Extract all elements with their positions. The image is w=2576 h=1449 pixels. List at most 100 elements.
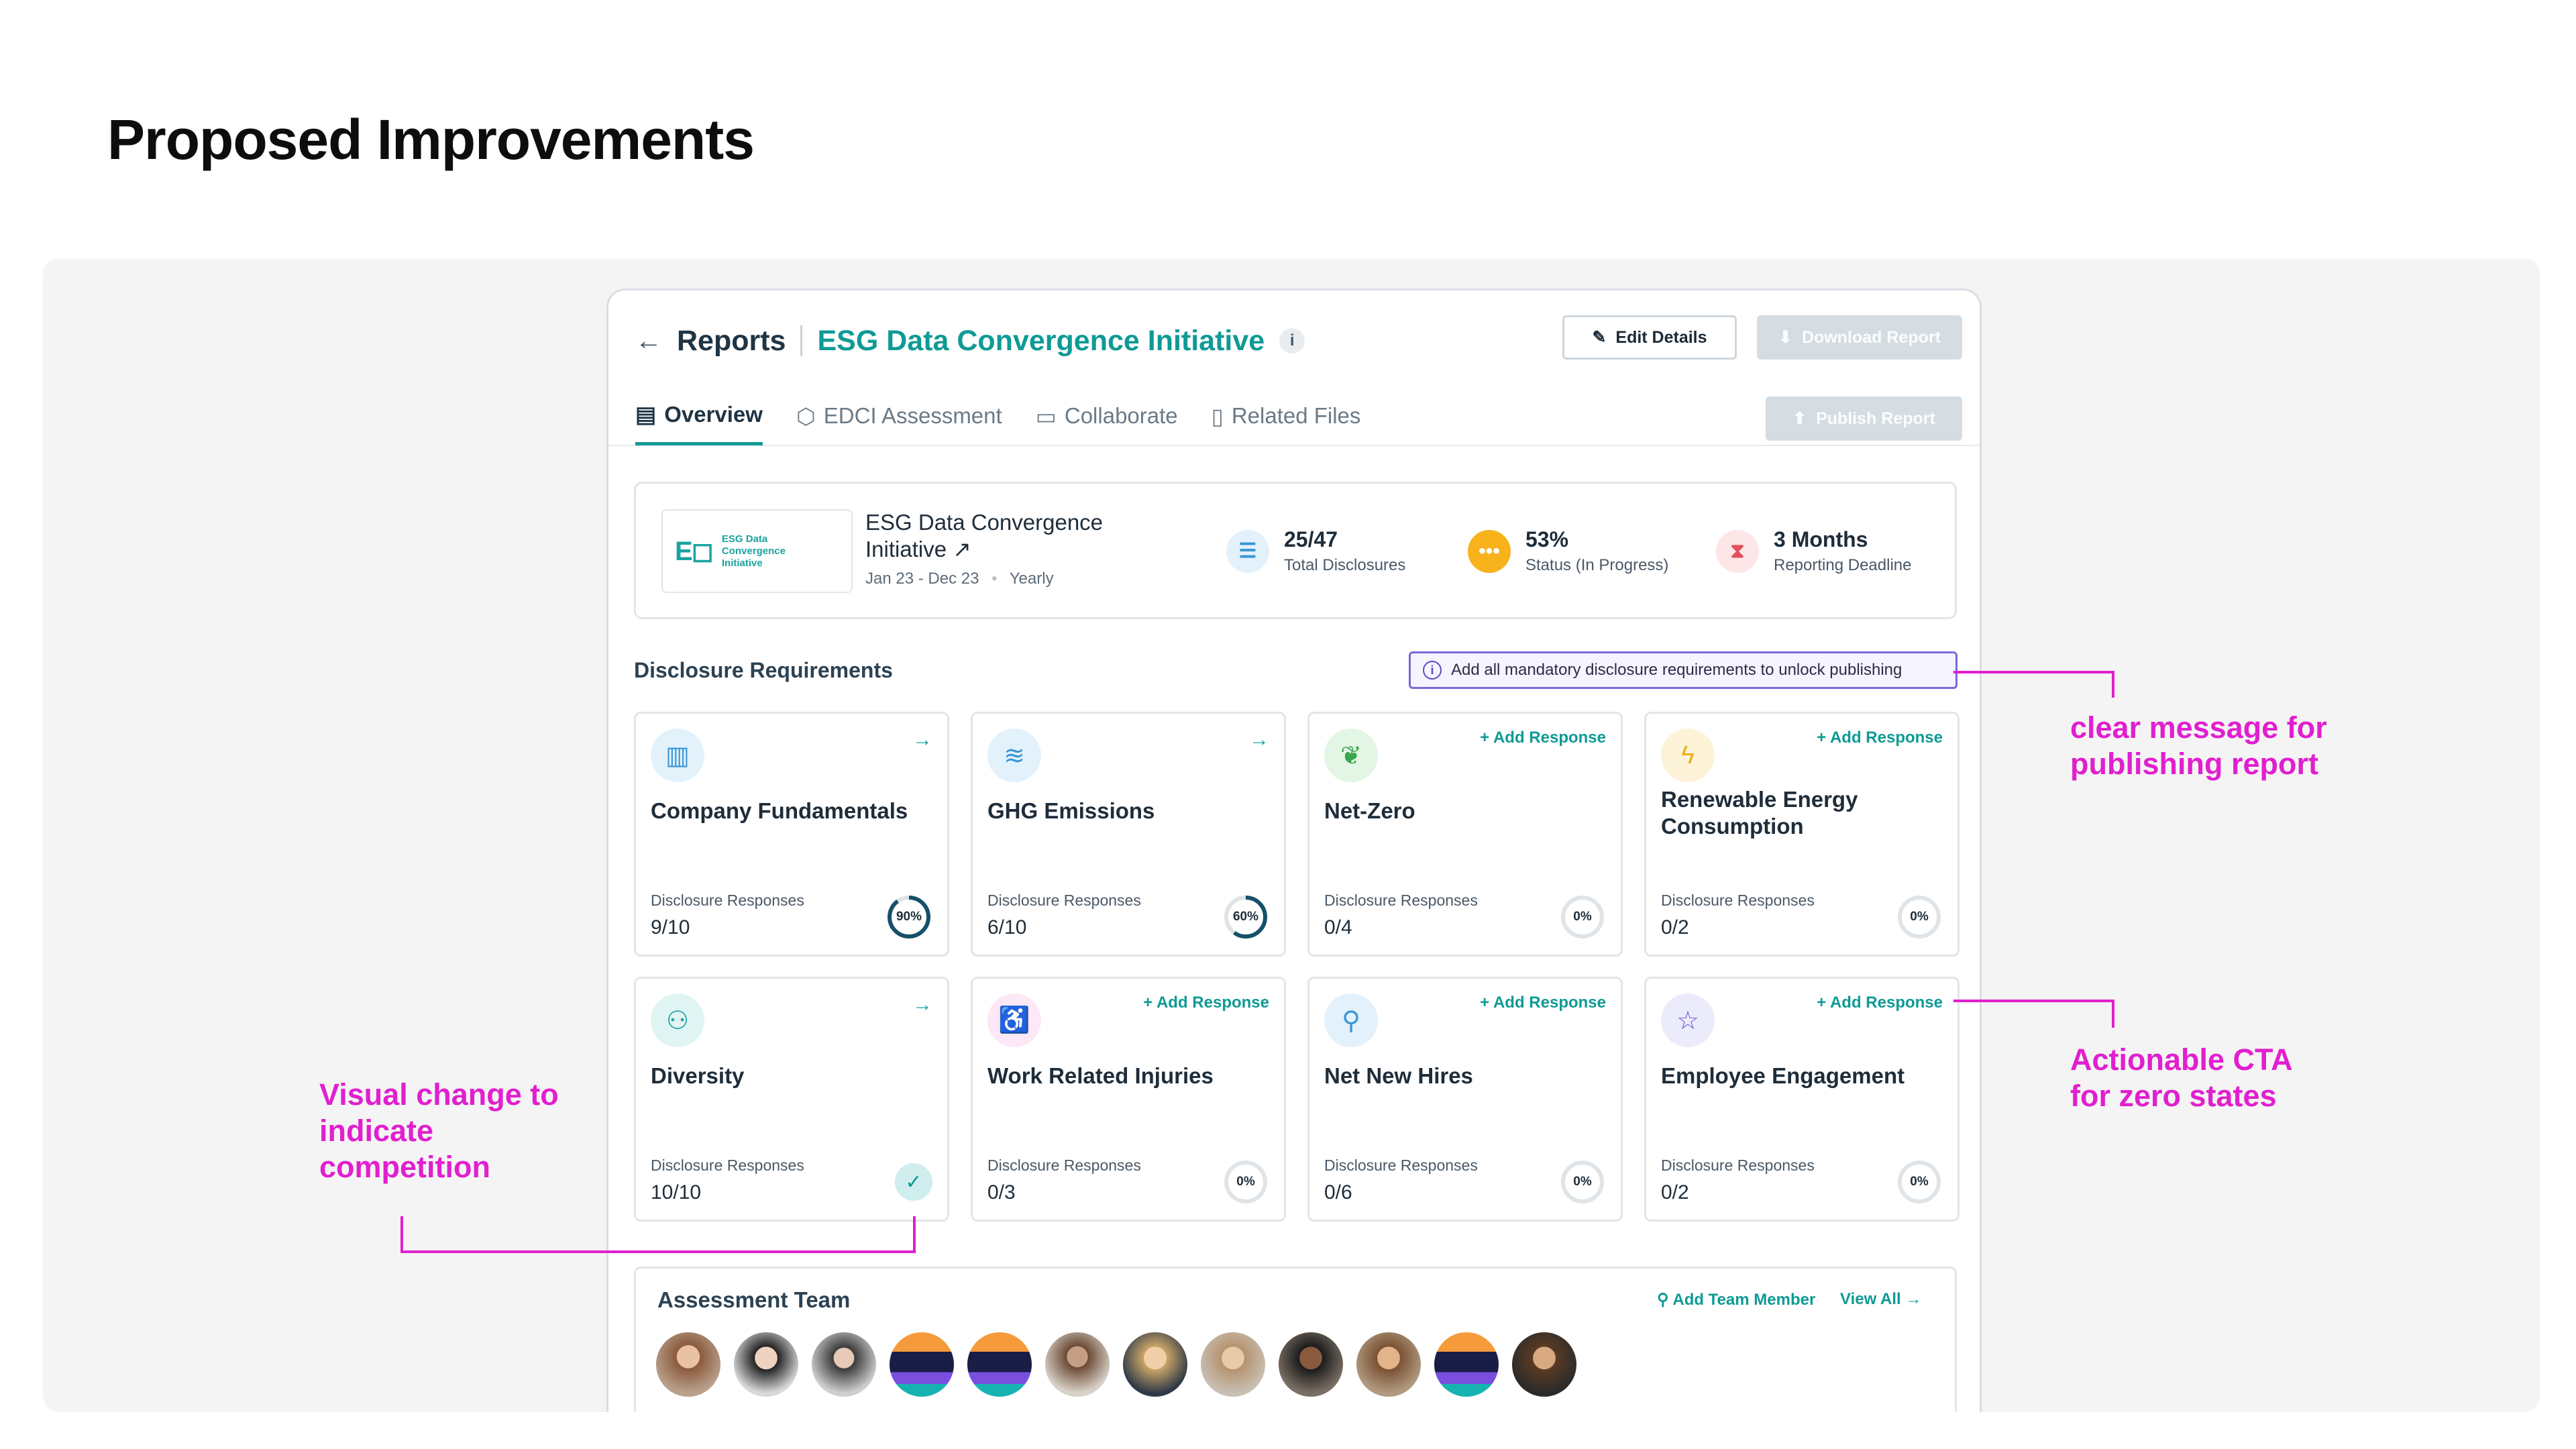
disclosure-card-ghg-emissions[interactable]: ≋ → GHG Emissions Disclosure Responses 6…	[971, 712, 1286, 957]
card-responses-label: Disclosure Responses	[651, 892, 804, 909]
accessibility-icon: ♿	[987, 994, 1041, 1047]
disclosure-card-diversity[interactable]: ⚇ → Diversity Disclosure Responses 10/10…	[634, 977, 949, 1222]
avatar[interactable]	[1045, 1332, 1110, 1397]
avatar-row	[656, 1332, 1576, 1397]
publish-report-button[interactable]: ⬆ Publish Report	[1766, 396, 1962, 441]
annotation-connector	[400, 1216, 916, 1253]
edit-details-label: Edit Details	[1615, 327, 1707, 347]
list-icon: ☰	[1226, 529, 1269, 573]
tab-collaborate[interactable]: ▭ Collaborate	[1036, 401, 1178, 445]
annotation-connector	[1953, 1000, 2114, 1028]
progress-percent: 60%	[1232, 910, 1259, 924]
arrow-right-icon[interactable]: →	[912, 994, 932, 1016]
document-icon: ▤	[635, 402, 657, 427]
progress-percent: 0%	[1236, 1175, 1255, 1189]
avatar[interactable]	[1434, 1332, 1499, 1397]
stat-total-disclosures: ☰ 25/47 Total Disclosures	[1226, 527, 1405, 575]
card-responses-value: 9/10	[651, 916, 690, 938]
progress-percent: 0%	[1910, 910, 1929, 924]
user-plus-icon: ⚲	[1657, 1291, 1673, 1309]
card-responses-label: Disclosure Responses	[1324, 892, 1478, 909]
tab-label: Overview	[664, 401, 763, 427]
avatar[interactable]	[1123, 1332, 1187, 1397]
info-icon[interactable]: i	[1279, 328, 1305, 354]
complete-check-icon: ✓	[895, 1163, 932, 1201]
annotation-connector	[1953, 671, 2114, 698]
view-all-link[interactable]: View All →	[1840, 1290, 1921, 1309]
chat-icon: ▭	[1035, 403, 1057, 429]
avatar[interactable]	[734, 1332, 798, 1397]
progress-percent: 0%	[1573, 910, 1592, 924]
tab-overview[interactable]: ▤ Overview	[635, 401, 763, 445]
add-response-button[interactable]: + Add Response	[1817, 994, 1943, 1012]
disclosure-card-work-related-injuries[interactable]: ♿ + Add Response Work Related Injuries D…	[971, 977, 1286, 1222]
report-header: ← Reports ESG Data Convergence Initiativ…	[635, 317, 1305, 364]
page-title: Proposed Improvements	[107, 108, 755, 171]
disclosure-card-net-new-hires[interactable]: ⚲ + Add Response Net New Hires Disclosur…	[1307, 977, 1623, 1222]
stat-value: 53%	[1525, 527, 1569, 551]
add-response-button[interactable]: + Add Response	[1480, 994, 1606, 1012]
card-responses-label: Disclosure Responses	[987, 892, 1141, 909]
building-icon: ▥	[651, 729, 704, 782]
info-icon: i	[1423, 661, 1442, 680]
avatar[interactable]	[812, 1332, 876, 1397]
card-responses-label: Disclosure Responses	[1661, 1157, 1815, 1174]
arrow-right-icon[interactable]: →	[1249, 729, 1269, 751]
stat-value: 25/47	[1284, 527, 1338, 551]
lightning-icon: ϟ	[1661, 729, 1715, 782]
sprout-icon: ❦	[1324, 729, 1378, 782]
add-response-button[interactable]: + Add Response	[1480, 729, 1606, 747]
avatar[interactable]	[967, 1332, 1032, 1397]
publishing-notice-text: Add all mandatory disclosure requirement…	[1451, 661, 1902, 679]
avatar[interactable]	[1201, 1332, 1265, 1397]
assessment-team-card: Assessment Team ⚲ Add Team Member View A…	[634, 1267, 1957, 1412]
disclosure-card-company-fundamentals[interactable]: ▥ → Company Fundamentals Disclosure Resp…	[634, 712, 949, 957]
add-team-member-label: Add Team Member	[1672, 1291, 1816, 1309]
tab-edci-assessment[interactable]: ⬡ EDCI Assessment	[796, 401, 1002, 445]
team-title: Assessment Team	[657, 1287, 851, 1312]
back-arrow-icon[interactable]: ←	[635, 326, 662, 356]
disclosure-card-net-zero[interactable]: ❦ + Add Response Net-Zero Disclosure Res…	[1307, 712, 1623, 957]
tab-bar: ▤ Overview ⬡ EDCI Assessment ▭ Collaborate …	[635, 401, 1360, 445]
summary-title-link[interactable]: ESG Data Convergence Initiative ↗	[865, 509, 1134, 563]
annotation-cta: Actionable CTA for zero states	[2070, 1042, 2292, 1113]
tab-related-files[interactable]: ▯ Related Files	[1212, 401, 1361, 445]
edit-details-button[interactable]: ✎ Edit Details	[1562, 315, 1737, 360]
avatar[interactable]	[890, 1332, 954, 1397]
download-report-button[interactable]: ⬇ Download Report	[1757, 315, 1962, 360]
avatar[interactable]	[1512, 1332, 1576, 1397]
card-title: Renewable Energy Consumption	[1661, 787, 1858, 839]
people-icon: ⚇	[651, 994, 704, 1047]
report-name: ESG Data Convergence Initiative	[817, 324, 1265, 357]
edci-logo-text: ESG Data Convergence Initiative	[721, 533, 786, 569]
annotation-visual-change: Visual change to indicate competition	[319, 1077, 559, 1184]
tab-label: Related Files	[1231, 403, 1361, 428]
card-title: Employee Engagement	[1661, 1063, 1905, 1088]
disclosure-card-employee-engagement[interactable]: ☆ + Add Response Employee Engagement Dis…	[1644, 977, 1960, 1222]
summary-dates: Jan 23 - Dec 23	[865, 570, 979, 588]
summary-frequency: Yearly	[1009, 570, 1054, 588]
avatar[interactable]	[656, 1332, 720, 1397]
card-responses-value: 6/10	[987, 916, 1027, 938]
arrow-right-icon[interactable]: →	[912, 729, 932, 751]
edci-logo-mark-icon: E◻	[675, 536, 714, 566]
card-title: Work Related Injuries	[987, 1063, 1214, 1088]
disclosure-card-renewable-energy[interactable]: ϟ + Add Response Renewable Energy Consum…	[1644, 712, 1960, 957]
breadcrumb-reports[interactable]: Reports	[677, 325, 786, 358]
card-responses-value: 0/6	[1324, 1181, 1352, 1203]
stat-value: 3 Months	[1774, 527, 1868, 551]
progress-percent: 0%	[1910, 1175, 1929, 1189]
edci-logo: E◻ ESG Data Convergence Initiative	[661, 509, 853, 593]
breadcrumb-divider	[800, 325, 803, 356]
avatar[interactable]	[1279, 1332, 1343, 1397]
add-team-member-link[interactable]: ⚲ Add Team Member	[1657, 1290, 1815, 1309]
hexagon-icon: ⬡	[796, 403, 816, 429]
add-response-button[interactable]: + Add Response	[1143, 994, 1269, 1012]
add-response-button[interactable]: + Add Response	[1817, 729, 1943, 747]
card-responses-label: Disclosure Responses	[651, 1157, 804, 1174]
avatar[interactable]	[1356, 1332, 1421, 1397]
stat-label: Status (In Progress)	[1525, 556, 1669, 574]
card-title: Net New Hires	[1324, 1063, 1473, 1088]
stat-deadline: ⧗ 3 Months Reporting Deadline	[1716, 527, 1911, 575]
card-responses-value: 0/2	[1661, 916, 1689, 938]
